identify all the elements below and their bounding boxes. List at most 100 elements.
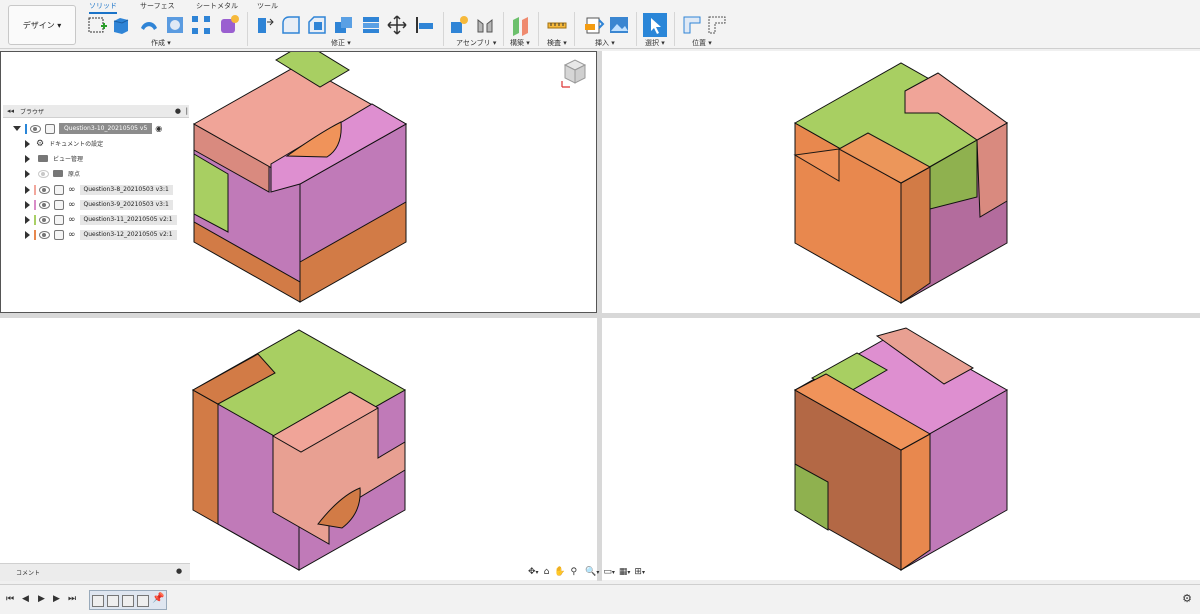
viewport-top-left[interactable]: ◂◂ ブラウザ ● | Question3-10_20210505 v5 ◉ ⚙…	[0, 51, 597, 313]
visibility-eye-icon[interactable]	[39, 215, 50, 224]
tab-surface[interactable]: サーフェス	[140, 1, 175, 11]
timeline-feature-icon[interactable]	[122, 595, 134, 607]
step-back-icon[interactable]: ◀	[22, 594, 29, 604]
item-label: Question3-9_20210503 v3:1	[79, 199, 173, 210]
group-select-label[interactable]: 選択 ▾	[645, 38, 665, 48]
look-at-icon[interactable]: ⌂	[544, 567, 550, 577]
browser-item-document-settings[interactable]: ⚙ ドキュメントの設定	[25, 137, 103, 150]
hole-icon[interactable]	[164, 14, 186, 36]
folder-icon	[38, 155, 48, 162]
zoom-icon[interactable]: ⚲	[571, 567, 578, 577]
group-create-label[interactable]: 作成 ▾	[151, 38, 171, 48]
pan-icon[interactable]: ✋	[554, 567, 565, 577]
browser-item-component[interactable]: ∞ Question3-9_20210503 v3:1	[25, 198, 173, 211]
align-icon[interactable]	[414, 14, 436, 36]
insert-mesh-icon[interactable]	[583, 14, 605, 36]
view-cube-icon[interactable]	[561, 57, 589, 91]
tab-tools[interactable]: ツール	[257, 1, 278, 11]
expand-arrow-icon[interactable]	[13, 126, 21, 131]
sketch-icon[interactable]	[86, 14, 108, 36]
tab-sheetmetal[interactable]: シートメタル	[196, 1, 238, 11]
pin-icon[interactable]: ●	[175, 107, 181, 115]
activate-radio-icon[interactable]: ◉	[155, 124, 162, 133]
play-icon[interactable]: ▶	[38, 594, 45, 604]
group-construct-label[interactable]: 構築 ▾	[510, 38, 530, 48]
shell-icon[interactable]	[332, 14, 354, 36]
viewport-splitter-vertical[interactable]	[597, 51, 602, 581]
capture-position-icon[interactable]	[681, 14, 703, 36]
browser-root[interactable]: Question3-10_20210505 v5 ◉	[13, 122, 162, 135]
group-modify-label[interactable]: 修正 ▾	[331, 38, 351, 48]
measure-icon[interactable]	[546, 14, 568, 36]
collapse-icon[interactable]: ◂◂	[7, 107, 14, 115]
expand-arrow-icon[interactable]	[25, 139, 30, 148]
chamfer-icon[interactable]	[306, 14, 328, 36]
timeline-feature-icon[interactable]	[92, 595, 104, 607]
workspace-switcher-button[interactable]: デザイン ▾	[8, 5, 76, 45]
insert-image-icon[interactable]	[608, 14, 630, 36]
move-icon[interactable]	[386, 14, 408, 36]
create-form-icon[interactable]	[218, 14, 240, 36]
group-inspect-label[interactable]: 検査 ▾	[547, 38, 567, 48]
go-to-end-icon[interactable]: ⏭	[68, 594, 76, 604]
viewport-bottom-left[interactable]	[0, 318, 597, 580]
link-icon: ∞	[68, 199, 76, 210]
comments-panel[interactable]: コメント ●	[0, 563, 190, 581]
grid-icon[interactable]: ▦	[619, 567, 628, 577]
browser-item-origin[interactable]: 原点	[25, 167, 80, 180]
extrude-icon[interactable]	[110, 14, 132, 36]
group-assembly-label[interactable]: アセンブリ ▾	[456, 38, 496, 48]
select-icon[interactable]	[643, 13, 667, 37]
orbit-icon[interactable]: ✥	[528, 567, 536, 577]
gear-icon[interactable]: ⚙	[1182, 592, 1192, 605]
display-settings-icon[interactable]: ▭	[603, 567, 612, 577]
expand-arrow-icon[interactable]	[25, 169, 30, 178]
visibility-eye-icon[interactable]	[38, 169, 49, 178]
root-label[interactable]: Question3-10_20210505 v5	[59, 123, 153, 134]
component-icon	[54, 199, 64, 210]
comments-add-icon[interactable]: ●	[176, 567, 182, 575]
fillet-icon[interactable]	[280, 14, 302, 36]
group-position-label[interactable]: 位置 ▾	[692, 38, 712, 48]
pattern-icon[interactable]	[190, 14, 212, 36]
browser-item-named-views[interactable]: ビュー管理	[25, 152, 83, 165]
timeline-feature-icon[interactable]	[107, 595, 119, 607]
press-pull-icon[interactable]	[254, 14, 276, 36]
visibility-eye-icon[interactable]	[39, 230, 50, 239]
browser-item-component[interactable]: ∞ Question3-12_20210505 v2:1	[25, 228, 177, 241]
visibility-eye-icon[interactable]	[39, 200, 50, 209]
timeline-marker-icon[interactable]: 📌	[152, 593, 164, 604]
revert-position-icon[interactable]	[706, 14, 728, 36]
expand-arrow-icon[interactable]	[25, 185, 30, 194]
browser-item-component[interactable]: ∞ Question3-11_20210505 v2:1	[25, 213, 177, 226]
joint-icon[interactable]	[474, 14, 496, 36]
revolve-icon[interactable]	[138, 14, 160, 36]
offset-plane-icon[interactable]	[510, 14, 532, 36]
group-insert-label[interactable]: 挿入 ▾	[595, 38, 615, 48]
go-to-start-icon[interactable]: ⏮	[6, 594, 14, 604]
timeline-feature-icon[interactable]	[137, 595, 149, 607]
expand-arrow-icon[interactable]	[25, 215, 30, 224]
expand-arrow-icon[interactable]	[25, 230, 30, 239]
step-forward-icon[interactable]: ▶	[53, 594, 60, 604]
visibility-eye-icon[interactable]	[30, 124, 41, 133]
tab-solid[interactable]: ソリッド	[89, 1, 117, 14]
combine-icon[interactable]	[360, 14, 382, 36]
viewports-icon[interactable]: ⊞	[634, 567, 642, 577]
panel-handle-icon[interactable]: |	[186, 107, 188, 115]
browser-title: ブラウザ	[20, 108, 45, 116]
fit-icon[interactable]: 🔍	[585, 567, 596, 577]
cube-view-4	[793, 327, 1009, 571]
navigation-bar: ✥ ▾ ⌂ ✋ ⚲ 🔍 ▾ ▭ ▾ ▦ ▾ ⊞ ▾	[528, 567, 645, 577]
link-icon: ∞	[68, 214, 76, 225]
viewport-bottom-right[interactable]	[602, 318, 1200, 580]
cube-view-3	[191, 329, 407, 571]
viewport-top-right[interactable]	[602, 51, 1200, 313]
timeline-track[interactable]: 📌	[89, 590, 167, 610]
browser-item-component[interactable]: ∞ Question3-8_20210503 v3:1	[25, 183, 173, 196]
expand-arrow-icon[interactable]	[25, 200, 30, 209]
browser-panel: ◂◂ ブラウザ ● | Question3-10_20210505 v5 ◉ ⚙…	[3, 105, 189, 242]
new-component-icon[interactable]	[448, 14, 470, 36]
expand-arrow-icon[interactable]	[25, 154, 30, 163]
visibility-eye-icon[interactable]	[39, 185, 50, 194]
